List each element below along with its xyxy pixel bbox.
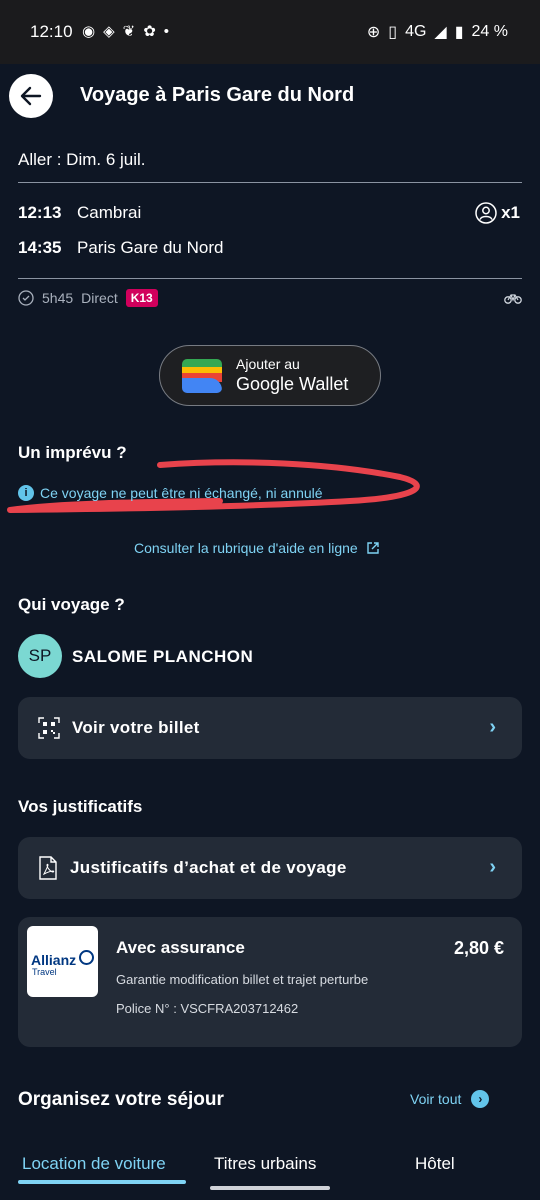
external-link-icon — [367, 542, 379, 554]
leaf-icon: ❦ — [122, 23, 144, 40]
view-ticket-label: Voir votre billet — [72, 718, 200, 737]
signal-icon: ◢ — [434, 24, 447, 41]
trip-type: Direct — [81, 290, 118, 306]
allianz-eagle-icon — [79, 950, 94, 965]
bike-icon — [504, 294, 522, 304]
insurance-card[interactable]: Allianz Travel Avec assurance 2,80 € Gar… — [18, 917, 522, 1047]
target-icon: ⊕ — [366, 24, 381, 41]
non-exchangeable-notice: i Ce voyage ne peut être ni échangé, ni … — [18, 485, 323, 501]
wallet-line1: Ajouter au — [236, 356, 300, 372]
status-right: ⊕ ▯ 4G ◢ ▮ 24 % — [367, 22, 508, 42]
passenger-count: x1 — [475, 202, 520, 224]
clock-icon — [18, 290, 34, 306]
messenger-alt-icon: ◈ — [103, 23, 123, 40]
departure-time: 12:13 — [18, 203, 62, 222]
departure-station: Cambrai — [77, 203, 142, 222]
notification-icons: ◉◈❦✿• — [82, 22, 177, 40]
info-icon: i — [18, 485, 34, 501]
dot-icon: • — [163, 23, 178, 40]
google-wallet-button[interactable]: Ajouter au Google Wallet — [159, 345, 381, 406]
arrival-station: Paris Gare du Nord — [77, 238, 224, 257]
battery-label: 24 % — [471, 23, 508, 40]
allianz-logo-text: Allianz — [31, 952, 77, 968]
tab-urban-tickets[interactable]: Titres urbains — [214, 1154, 316, 1174]
page-title: Voyage à Paris Gare du Nord — [80, 84, 355, 106]
chevron-right-icon: › — [489, 856, 496, 878]
vibrate-icon: ▯ — [388, 24, 398, 41]
documents-button[interactable]: Justificatifs d’achat et de voyage › — [18, 837, 522, 899]
insurance-police: Police N° : VSCFRA203712462 — [116, 1001, 299, 1016]
allianz-logo: Allianz Travel — [27, 926, 98, 997]
back-button[interactable] — [9, 74, 53, 118]
documents-title: Vos justificatifs — [18, 797, 143, 816]
traveler-title: Qui voyage ? — [18, 595, 125, 614]
insurance-price: 2,80 € — [453, 938, 504, 958]
person-icon — [475, 202, 497, 224]
divider — [18, 278, 522, 279]
google-wallet-text: Ajouter au Google Wallet — [236, 356, 348, 395]
passenger-name: SALOME PLANCHON — [72, 647, 254, 666]
status-time: 12:10 — [30, 22, 73, 41]
allianz-logo-sub: Travel — [32, 967, 57, 977]
see-all-link[interactable]: Voir tout › — [410, 1090, 490, 1108]
help-link[interactable]: Consulter la rubrique d'aide en ligne — [134, 540, 380, 556]
train-badge: K13 — [125, 289, 158, 307]
arrival-time: 14:35 — [18, 238, 62, 257]
see-all-label: Voir tout — [410, 1091, 462, 1107]
active-tab-indicator — [18, 1180, 186, 1184]
trip-meta: 5h45 Direct K13 — [18, 289, 158, 307]
arrow-left-icon — [20, 86, 42, 106]
divider — [18, 182, 522, 183]
battery-icon: ▮ — [454, 24, 464, 41]
avatar: SP — [18, 634, 62, 678]
trip-duration: 5h45 — [42, 290, 74, 306]
google-wallet-icon — [182, 358, 222, 393]
status-bar: 12:10 ◉◈❦✿• ⊕ ▯ 4G ◢ ▮ 24 % — [0, 0, 540, 64]
wallet-line2: Google Wallet — [236, 374, 349, 394]
tab-hotel[interactable]: Hôtel — [415, 1154, 455, 1174]
home-indicator[interactable] — [210, 1186, 330, 1190]
chevron-right-icon: › — [489, 716, 496, 738]
qr-code-icon — [38, 717, 60, 739]
settings-icon: ✿ — [143, 23, 164, 40]
stay-title: Organisez votre séjour — [18, 1089, 224, 1110]
help-link-label: Consulter la rubrique d'aide en ligne — [134, 540, 358, 556]
messenger-icon: ◉ — [82, 23, 104, 40]
documents-label: Justificatifs d’achat et de voyage — [70, 858, 347, 877]
notice-text: Ce voyage ne peut être ni échangé, ni an… — [40, 485, 323, 501]
insurance-description: Garantie modification billet et trajet p… — [116, 972, 369, 987]
trip-direction: Aller : Dim. 6 juil. — [18, 150, 146, 169]
insurance-title: Avec assurance — [116, 938, 245, 957]
passenger-count-label: x1 — [501, 203, 520, 222]
network-label: 4G — [405, 23, 427, 40]
view-ticket-button[interactable]: Voir votre billet › — [18, 697, 522, 759]
pdf-file-icon — [39, 856, 57, 880]
tab-car-rental[interactable]: Location de voiture — [22, 1154, 166, 1174]
chevron-right-circle-icon: › — [471, 1090, 490, 1108]
